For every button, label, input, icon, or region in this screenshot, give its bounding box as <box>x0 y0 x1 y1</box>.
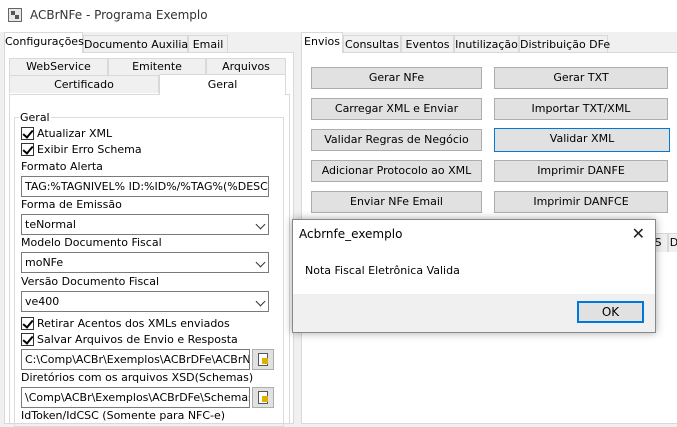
subtab-geral[interactable]: Geral <box>159 74 286 95</box>
idtoken-label: IdToken/IdCSC (Somente para NFC-e) <box>21 409 226 422</box>
lower-tab-fragment-d[interactable]: D <box>668 233 677 252</box>
validar-regras-button[interactable]: Validar Regras de Negócio <box>311 129 482 151</box>
diretorios-label: Diretórios com os arquivos XSD(Schemas) <box>21 371 254 384</box>
atualizar-xml-label: Atualizar XML <box>37 127 113 140</box>
validar-xml-button[interactable]: Validar XML <box>494 128 670 152</box>
tab-envios[interactable]: Envios <box>301 32 343 53</box>
dialog-title: Acbrnfe_exemplo <box>299 227 403 241</box>
salvar-arquivos-label: Salvar Arquivos de Envio e Resposta <box>37 333 238 346</box>
ok-button[interactable]: OK <box>577 301 644 323</box>
dialog-message: Nota Fiscal Eletrônica Valida <box>305 264 460 277</box>
retirar-acentos-label: Retirar Acentos dos XMLs enviados <box>37 317 230 330</box>
gerar-nfe-button[interactable]: Gerar NFe <box>311 67 482 89</box>
chevron-down-icon <box>255 219 266 230</box>
retirar-acentos-checkbox[interactable] <box>21 317 34 330</box>
title-bar: ACBrNFe - Programa Exemplo <box>0 0 677 32</box>
carregar-xml-button[interactable]: Carregar XML e Enviar <box>311 98 482 120</box>
versao-select[interactable]: ve400 <box>21 291 269 312</box>
salvar-arquivos-checkbox[interactable] <box>21 333 34 346</box>
subtab-webservice[interactable]: WebService <box>9 58 108 75</box>
browse-path-button[interactable] <box>252 349 274 370</box>
exibir-erro-label: Exibir Erro Schema <box>37 143 142 156</box>
forma-emissao-label: Forma de Emissão <box>21 198 122 211</box>
app-icon <box>8 8 22 22</box>
modelo-label: Modelo Documento Fiscal <box>21 236 162 249</box>
imprimir-danfe-button[interactable]: Imprimir DANFE <box>494 160 668 182</box>
dialog-body: Acbrnfe_exemplo ✕ Nota Fiscal Eletrônica… <box>293 220 655 294</box>
forma-emissao-select[interactable]: teNormal <box>21 214 269 235</box>
enviar-email-button[interactable]: Enviar NFe Email <box>311 191 482 213</box>
message-dialog: Acbrnfe_exemplo ✕ Nota Fiscal Eletrônica… <box>292 219 656 333</box>
formato-alerta-label: Formato Alerta <box>21 160 103 173</box>
imprimir-danfce-button[interactable]: Imprimir DANFCE <box>494 191 668 213</box>
gerar-txt-button[interactable]: Gerar TXT <box>494 67 668 89</box>
geral-group-label: Geral <box>19 111 51 124</box>
tab-configuracoes[interactable]: Configurações <box>4 32 84 53</box>
versao-value: ve400 <box>25 295 60 308</box>
modelo-value: moNFe <box>25 256 64 269</box>
folder-browse-icon <box>258 353 268 366</box>
versao-label: Versão Documento Fiscal <box>21 275 160 288</box>
chevron-down-icon <box>255 257 266 268</box>
salvar-path-input[interactable]: C:\Comp\ACBr\Exemplos\ACBrDFe\ACBrNFe\D <box>21 349 250 370</box>
modelo-select[interactable]: moNFe <box>21 252 269 273</box>
subtab-emitente[interactable]: Emitente <box>108 58 206 75</box>
importar-txt-button[interactable]: Importar TXT/XML <box>494 98 668 120</box>
subtab-arquivos[interactable]: Arquivos <box>206 58 286 75</box>
close-icon[interactable]: ✕ <box>632 224 645 243</box>
folder-browse-icon <box>258 391 268 404</box>
browse-schemas-button[interactable] <box>252 387 274 408</box>
exibir-erro-checkbox[interactable] <box>21 143 34 156</box>
schemas-path-input[interactable]: \Comp\ACBr\Exemplos\ACBrDFe\Schemas\NFe <box>21 387 250 408</box>
forma-emissao-value: teNormal <box>25 218 76 231</box>
adicionar-protocolo-button[interactable]: Adicionar Protocolo ao XML <box>311 160 482 182</box>
atualizar-xml-checkbox[interactable] <box>21 127 34 140</box>
window-title: ACBrNFe - Programa Exemplo <box>30 8 208 22</box>
chevron-down-icon <box>255 296 266 307</box>
formato-alerta-input[interactable]: TAG:%TAGNIVEL% ID:%ID%/%TAG%(%DESCRI <box>21 176 269 197</box>
subtab-certificado[interactable]: Certificado <box>9 75 159 93</box>
